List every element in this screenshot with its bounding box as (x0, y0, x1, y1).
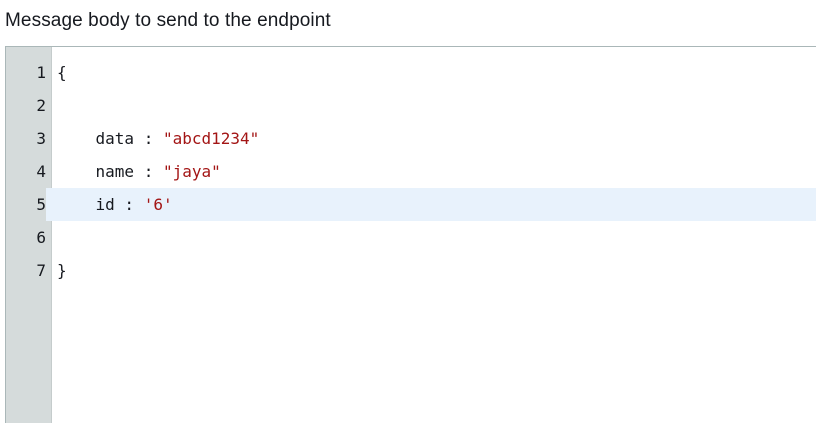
line-content[interactable]: name : "jaya" (57, 155, 221, 188)
line-content[interactable]: { (57, 56, 67, 89)
json-string-value: "jaya" (162, 162, 221, 181)
json-key: name (95, 162, 135, 181)
open-brace: { (57, 63, 67, 82)
line-number: 6 (36, 228, 46, 247)
line-number: 1 (36, 63, 46, 82)
json-string-value: '6' (143, 195, 173, 214)
code-line-7[interactable]: 7 } (6, 254, 816, 287)
line-number: 7 (36, 261, 46, 280)
line-number: 4 (36, 162, 46, 181)
code-line-6[interactable]: 6 (6, 221, 816, 254)
json-string-value: "abcd1234" (162, 129, 260, 148)
code-line-1[interactable]: 1 { (6, 56, 816, 89)
key-separator: : (114, 195, 144, 214)
code-line-4[interactable]: 4 name : "jaya" (6, 155, 816, 188)
code-line-2[interactable]: 2 (6, 89, 816, 122)
line-number: 3 (36, 129, 46, 148)
line-number: 2 (36, 96, 46, 115)
code-line-3[interactable]: 3 data : "abcd1234" (6, 122, 816, 155)
message-body-label: Message body to send to the endpoint (5, 10, 331, 31)
close-brace: } (57, 261, 67, 280)
line-content[interactable]: data : "abcd1234" (57, 122, 260, 155)
json-key: data (95, 129, 135, 148)
json-key: id (95, 195, 115, 214)
line-number: 5 (6, 188, 46, 221)
message-body-code-editor[interactable]: 1 { 2 3 data : "abcd1234" 4 name : "jaya… (5, 46, 816, 423)
key-separator: : (134, 162, 163, 181)
key-separator: : (134, 129, 163, 148)
code-line-5-active[interactable]: 5 id : '6' (6, 188, 816, 221)
line-content[interactable]: id : '6' (57, 188, 173, 221)
code-lines[interactable]: 1 { 2 3 data : "abcd1234" 4 name : "jaya… (6, 56, 816, 287)
line-content[interactable]: } (57, 254, 67, 287)
